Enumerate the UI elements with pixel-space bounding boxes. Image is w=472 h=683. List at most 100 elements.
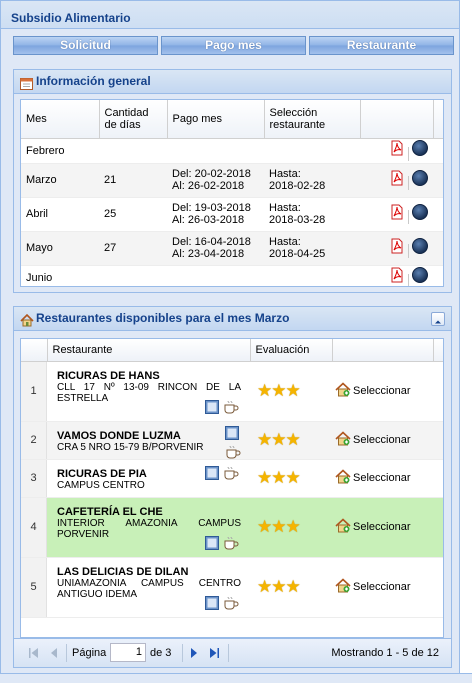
rating-stars: ★★★ <box>257 577 301 597</box>
restaurant-row[interactable]: 4 CAFETERÍA EL CHE INTERIOR AMAZONIA CAMPU… <box>21 497 443 558</box>
collapse-button[interactable] <box>431 312 445 326</box>
coffee-icon[interactable] <box>223 596 239 613</box>
download-disk-icon[interactable] <box>412 203 428 220</box>
coffee-icon[interactable] <box>223 466 239 483</box>
restaurantes-panel: Restaurantes disponibles para el mes Mar… <box>13 306 452 668</box>
star-icon: ★ <box>271 577 286 596</box>
restaurant-name: RICURAS DE HANS <box>57 369 160 382</box>
next-page-icon[interactable] <box>188 647 200 662</box>
select-label: Seleccionar <box>353 521 411 533</box>
home-icon <box>20 312 34 327</box>
info-panel-header: Información general <box>14 70 451 94</box>
rating-stars: ★★★ <box>257 430 301 450</box>
star-icon: ★ <box>257 577 272 596</box>
row-number: 3 <box>21 459 47 497</box>
table-row[interactable]: Marzo 21 Del: 20-02-2018 Al: 26-02-2018 H… <box>21 163 443 198</box>
info-panel-title: Información general <box>36 74 151 88</box>
select-label: Seleccionar <box>353 472 411 484</box>
coffee-icon[interactable] <box>223 536 239 553</box>
table-row[interactable]: Febrero <box>21 138 443 164</box>
tab-solicitud-button[interactable]: Solicitud <box>13 36 158 55</box>
rest-panel-header: Restaurantes disponibles para el mes Mar… <box>14 307 451 331</box>
select-label: Seleccionar <box>353 385 411 397</box>
restaurant-row[interactable]: 5 LAS DELICIAS DE DILAN UNIAMAZONIA CAMPUS… <box>21 557 443 618</box>
pdf-icon[interactable] <box>389 170 405 186</box>
home-select-icon <box>335 469 351 487</box>
download-disk-icon[interactable] <box>412 237 428 254</box>
rating-stars: ★★★ <box>257 468 301 488</box>
cell-mes: Mayo <box>21 231 99 266</box>
tab-button-row: Solicitud Pago mes Restaurante <box>13 36 454 58</box>
cell-mes: Febrero <box>21 138 99 164</box>
star-icon: ★ <box>257 517 272 536</box>
info-grid: Mes Cantidad de días Pago mes Selección … <box>20 99 444 287</box>
star-icon: ★ <box>257 430 272 449</box>
menu-icon[interactable] <box>205 399 219 417</box>
select-restaurant-button[interactable]: Seleccionar <box>335 518 410 536</box>
window-title-bar: Subsidio Alimentario <box>1 1 459 29</box>
coffee-icon[interactable] <box>223 400 239 417</box>
col-pago-mes[interactable]: Pago mes <box>167 100 265 139</box>
table-row[interactable]: Abril 25 Del: 19-03-2018 Al: 26-03-2018 H… <box>21 197 443 232</box>
star-icon: ★ <box>271 468 286 487</box>
restaurant-address: CRA 5 NRO 15-79 B/PORVENIR <box>57 441 204 453</box>
row-number: 1 <box>21 361 47 421</box>
download-disk-icon[interactable] <box>412 267 428 284</box>
restaurant-row[interactable]: 2 VAMOS DONDE LUZMA CRA 5 NRO 15-79 B/PORV… <box>21 421 443 460</box>
col-seleccion-restaurante[interactable]: Selección restaurante <box>264 100 361 139</box>
table-row[interactable]: Junio <box>21 265 443 286</box>
download-disk-icon[interactable] <box>412 140 428 157</box>
pdf-icon[interactable] <box>389 140 405 156</box>
restaurantes-grid: Restaurante Evaluación 1 RICURAS DE HANS C… <box>20 338 444 638</box>
last-page-icon[interactable] <box>208 647 220 662</box>
select-restaurant-button[interactable]: Seleccionar <box>335 382 410 400</box>
restaurant-name: CAFETERÍA EL CHE <box>57 505 163 518</box>
restaurant-row[interactable]: 1 RICURAS DE HANS CLL 17 Nº 13-09 RINCON D… <box>21 361 443 422</box>
window-title: Subsidio Alimentario <box>11 11 131 25</box>
select-restaurant-button[interactable]: Seleccionar <box>335 578 410 596</box>
menu-icon[interactable] <box>205 465 219 483</box>
select-restaurant-button[interactable]: Seleccionar <box>335 469 410 487</box>
info-general-panel: Información general Mes Cantidad de días… <box>13 69 452 293</box>
pdf-icon[interactable] <box>389 238 405 254</box>
tab-pago-mes-button[interactable]: Pago mes <box>161 36 306 55</box>
table-row[interactable]: Mayo 27 Del: 16-04-2018 Al: 23-04-2018 Ha… <box>21 231 443 266</box>
pager-status-text: Mostrando 1 - 5 de 12 <box>331 647 439 659</box>
col-mes[interactable]: Mes <box>21 100 100 139</box>
pagination-toolbar: Página 1 de 3 Mostrando 1 - 5 de 12 <box>14 638 451 667</box>
home-select-icon <box>335 518 351 536</box>
col-restaurante[interactable]: Restaurante <box>47 339 251 362</box>
pdf-icon[interactable] <box>389 204 405 220</box>
rating-stars: ★★★ <box>257 517 301 537</box>
page-label: Página <box>72 647 107 659</box>
restaurant-name: LAS DELICIAS DE DILAN <box>57 565 189 578</box>
select-restaurant-button[interactable]: Seleccionar <box>335 431 410 449</box>
prev-page-icon[interactable] <box>48 647 60 662</box>
menu-icon[interactable] <box>205 535 219 553</box>
subsidio-window: Subsidio Alimentario Solicitud Pago mes … <box>0 0 460 683</box>
star-icon: ★ <box>285 430 301 449</box>
select-label: Seleccionar <box>353 434 411 446</box>
cell-mes: Marzo <box>21 163 99 198</box>
col-cantidad-dias[interactable]: Cantidad de días <box>99 100 168 139</box>
home-select-icon <box>335 431 351 449</box>
menu-icon[interactable] <box>225 425 241 443</box>
cell-mes: Abril <box>21 197 99 232</box>
tab-restaurante-button[interactable]: Restaurante <box>309 36 454 55</box>
restaurant-row[interactable]: 3 RICURAS DE PIA CAMPUS CENTRO ★★★ Seleccion… <box>21 459 443 498</box>
download-disk-icon[interactable] <box>412 169 428 186</box>
rating-stars: ★★★ <box>257 381 301 401</box>
bottom-strip <box>0 673 472 683</box>
restaurant-rows: 1 RICURAS DE HANS CLL 17 Nº 13-09 RINCON D… <box>21 361 443 618</box>
page-total-label: de 3 <box>150 647 172 659</box>
page-number-input[interactable]: 1 <box>110 643 146 662</box>
row-number: 5 <box>21 557 47 617</box>
col-evaluacion[interactable]: Evaluación <box>250 339 333 362</box>
pdf-icon[interactable] <box>389 267 405 283</box>
star-icon: ★ <box>285 517 301 536</box>
star-icon: ★ <box>257 381 272 400</box>
star-icon: ★ <box>271 381 286 400</box>
menu-icon[interactable] <box>205 595 219 613</box>
first-page-icon[interactable] <box>28 647 40 662</box>
cell-mes: Junio <box>21 265 99 286</box>
